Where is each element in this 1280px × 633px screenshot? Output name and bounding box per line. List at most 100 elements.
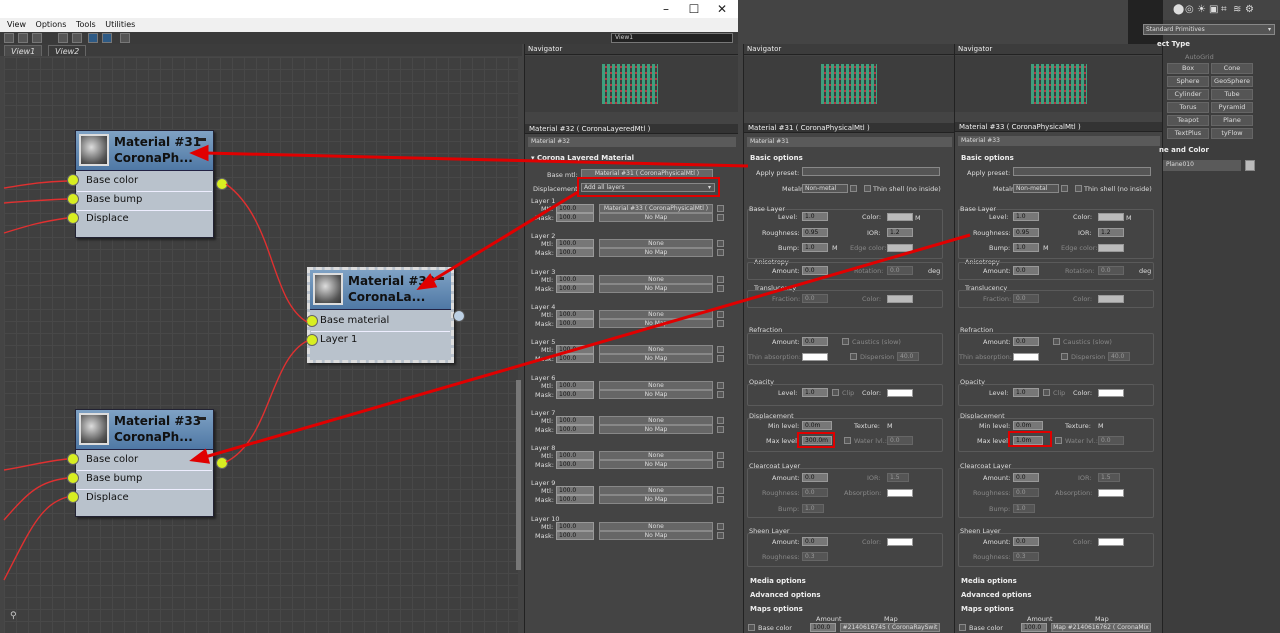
slot-displace[interactable]: Displace (86, 489, 129, 507)
section-media-options[interactable]: Media options (750, 577, 806, 585)
texture-map-button[interactable]: M (887, 422, 893, 430)
light-icon[interactable]: ☀ (1197, 4, 1206, 15)
thin-shell-check[interactable] (1075, 185, 1082, 192)
slot-layer-1[interactable]: Layer 1 (320, 331, 357, 349)
create-sphere-button[interactable]: Sphere (1167, 76, 1209, 87)
node-material-31[interactable]: Material #31 CoronaPh... Base color Base… (75, 130, 214, 238)
layer-amount-field[interactable]: 100.0 (556, 274, 594, 284)
layer-mask-button[interactable]: No Map (599, 424, 713, 434)
node-material-33[interactable]: Material #33 CoronaPh... Base color Base… (75, 409, 214, 517)
mask-enable-check[interactable] (717, 319, 724, 327)
clip-check[interactable] (832, 389, 839, 396)
mask-enable-check[interactable] (717, 531, 724, 539)
layer-amount-field[interactable]: 100.0 (556, 451, 594, 461)
create-geosphere-button[interactable]: GeoSphere (1211, 76, 1253, 87)
min-level-field[interactable]: 0.0m (802, 421, 832, 430)
thin-shell-check[interactable] (864, 185, 871, 192)
sheen-amount-field[interactable]: 0.0 (1013, 537, 1039, 546)
arrange-icon[interactable] (58, 33, 68, 43)
layer-mask-button[interactable]: No Map (599, 248, 713, 258)
layer-mtl-button[interactable]: None (599, 451, 713, 461)
scrollbar[interactable] (516, 380, 521, 570)
navigator-view[interactable] (744, 56, 954, 112)
map-button[interactable]: M (1126, 214, 1132, 222)
edge-color-swatch[interactable] (887, 244, 913, 252)
base-color-map-button[interactable]: Map #2140616762 ( CoronaMix (1051, 623, 1151, 632)
thin-absorption-swatch[interactable] (802, 353, 828, 361)
create-torus-button[interactable]: Torus (1167, 102, 1209, 113)
tab-view2[interactable]: View2 (48, 45, 87, 56)
node-header[interactable]: Material #31 CoronaPh... (76, 131, 213, 171)
section-basic-options[interactable]: Basic options (750, 154, 803, 162)
slot-base-bump[interactable]: Base bump (86, 191, 142, 209)
layer-enable-check[interactable] (717, 240, 724, 248)
slot-base-color[interactable]: Base color (86, 451, 138, 469)
sheen-amount-field[interactable]: 0.0 (802, 537, 828, 546)
systems-icon[interactable]: ⚙ (1245, 4, 1254, 15)
transl-color-swatch[interactable] (887, 295, 913, 303)
section-advanced-options[interactable]: Advanced options (750, 591, 821, 599)
layer-mtl-button[interactable]: None (599, 274, 713, 284)
layer-mask-button[interactable]: No Map (599, 354, 713, 364)
layer-enable-check[interactable] (717, 381, 724, 389)
create-cone-button[interactable]: Cone (1211, 63, 1253, 74)
material-name-field[interactable]: Material #31 (747, 137, 952, 147)
metalness-map-check[interactable] (1061, 185, 1068, 192)
layer-amount-field[interactable]: 100.0 (556, 309, 594, 319)
output-socket[interactable] (216, 178, 228, 190)
cc-amount-field[interactable]: 0.0 (802, 473, 828, 482)
section-maps-options[interactable]: Maps options (750, 605, 803, 613)
tab-view1[interactable]: View1 (4, 45, 43, 56)
bump-map-button[interactable]: M (832, 244, 838, 252)
create-teapot-button[interactable]: Teapot (1167, 115, 1209, 126)
material-name-field[interactable]: Material #32 (528, 137, 736, 147)
input-socket[interactable] (67, 212, 79, 224)
mask-enable-check[interactable] (717, 390, 724, 398)
metalness-dropdown[interactable]: Non-metal (1013, 184, 1059, 193)
mask-enable-check[interactable] (717, 496, 724, 504)
refr-amount-field[interactable]: 0.0 (1013, 337, 1039, 346)
layer-mask-amount-field[interactable]: 100.0 (556, 495, 594, 505)
layer-enable-check[interactable] (717, 487, 724, 495)
base-color-map-button[interactable]: #2140616745 ( CoronaRaySwit (840, 623, 940, 632)
menu-tools[interactable]: Tools (76, 18, 96, 32)
layer-mtl-button[interactable]: None (599, 239, 713, 249)
input-socket[interactable] (306, 334, 318, 346)
view-dropdown[interactable]: View1 (611, 33, 733, 43)
slot-base-bump[interactable]: Base bump (86, 470, 142, 488)
camera-icon[interactable]: ▣ (1209, 4, 1218, 15)
hierarchy-icon[interactable] (72, 33, 82, 43)
navigator-view[interactable] (525, 56, 738, 112)
layer-mask-amount-field[interactable]: 100.0 (556, 460, 594, 470)
layer-enable-check[interactable] (717, 310, 724, 318)
collapse-icon[interactable] (197, 417, 206, 420)
menu-utilities[interactable]: Utilities (105, 18, 135, 32)
input-socket[interactable] (67, 472, 79, 484)
layer-mask-amount-field[interactable]: 100.0 (556, 424, 594, 434)
thin-absorption-swatch[interactable] (1013, 353, 1039, 361)
layer-mask-button[interactable]: No Map (599, 213, 713, 222)
layer-amount-field[interactable]: 100.0 (556, 486, 594, 496)
opacity-level-field[interactable]: 1.0 (1013, 388, 1039, 397)
layer-amount-field[interactable]: 100.0 (556, 204, 594, 213)
slot-base-color[interactable]: Base color (86, 172, 138, 190)
layer-enable-check[interactable] (717, 522, 724, 530)
preview-icon[interactable] (102, 33, 112, 43)
aniso-amount-field[interactable]: 0.0 (1013, 266, 1039, 275)
dispersion-check[interactable] (850, 353, 857, 360)
layer-mask-button[interactable]: No Map (599, 318, 713, 328)
binoculars-icon[interactable]: ⚲ (10, 611, 17, 621)
input-socket[interactable] (67, 193, 79, 205)
layer-mask-amount-field[interactable]: 100.0 (556, 283, 594, 293)
mask-enable-check[interactable] (717, 249, 724, 257)
metalness-map-check[interactable] (850, 185, 857, 192)
input-socket[interactable] (67, 491, 79, 503)
layer-amount-field[interactable]: 100.0 (556, 415, 594, 425)
layer-mask-button[interactable]: No Map (599, 495, 713, 505)
layer-mtl-button[interactable]: None (599, 380, 713, 390)
settings-icon[interactable] (120, 33, 130, 43)
menu-options[interactable]: Options (36, 18, 67, 32)
show-slots-icon[interactable] (88, 33, 98, 43)
opacity-color-swatch[interactable] (1098, 389, 1124, 397)
slot-displace[interactable]: Displace (86, 210, 129, 228)
